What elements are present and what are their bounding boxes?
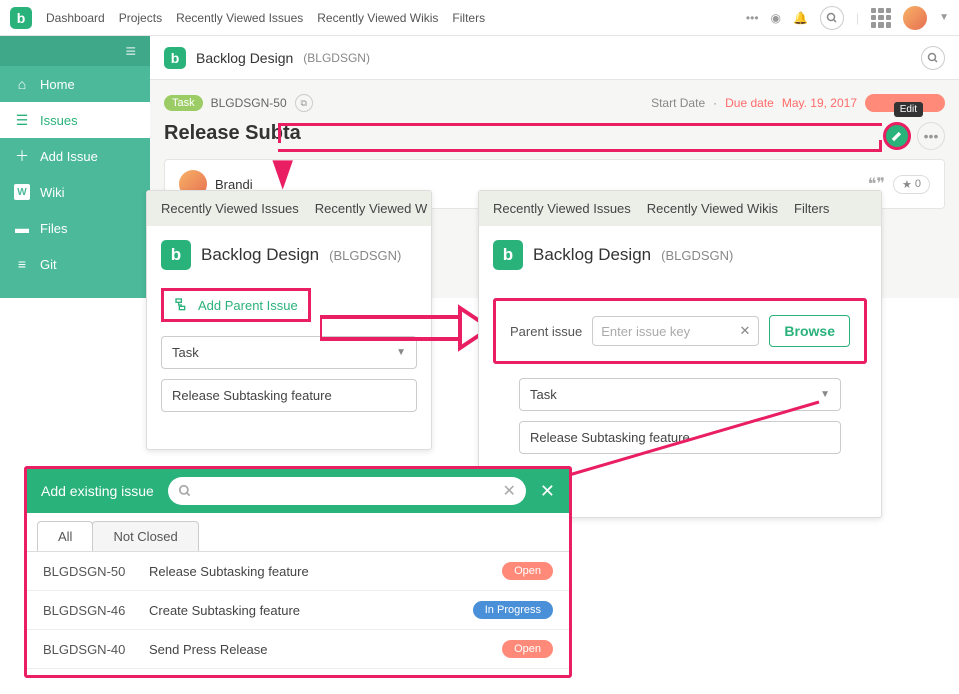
issue-row[interactable]: BLGDSGN-40 Send Press Release Open xyxy=(27,630,569,669)
folder-icon: ▬ xyxy=(14,220,30,236)
panel-nav-recent-wikis[interactable]: Recently Viewed Wikis xyxy=(647,201,778,216)
sidebar-item-label: Files xyxy=(40,221,67,236)
issue-row[interactable]: BLGDSGN-46 Create Subtasking feature In Pr… xyxy=(27,591,569,630)
issue-key: BLGDSGN-46 xyxy=(43,603,133,618)
issue-key: BLGDSGN-40 xyxy=(43,642,133,657)
modal-search-field[interactable] xyxy=(200,484,495,499)
project-search-icon[interactable] xyxy=(921,46,945,70)
issue-key: BLGDSGN-50 xyxy=(43,564,133,579)
issue-row[interactable]: BLGDSGN-50 Release Subtasking feature Open xyxy=(27,552,569,591)
start-date-label: Start Date xyxy=(651,96,705,110)
issue-title: Send Press Release xyxy=(149,642,486,657)
project-key: (BLGDSGN) xyxy=(661,248,733,263)
eye-icon[interactable]: ◉ xyxy=(771,11,781,25)
issue-title-input[interactable]: Release Subtasking feature xyxy=(161,379,417,412)
bell-icon[interactable]: 🔔 xyxy=(793,11,808,25)
project-header: b Backlog Design (BLGDSGN) xyxy=(150,36,959,80)
project-name: Backlog Design xyxy=(201,245,319,265)
edit-tooltip: Edit xyxy=(894,102,923,117)
sidebar-item-git[interactable]: ≡ Git xyxy=(0,246,150,282)
due-date-value: May. 19, 2017 xyxy=(782,96,857,110)
panel-nav-filters[interactable]: Filters xyxy=(794,201,829,216)
nav-projects[interactable]: Projects xyxy=(119,11,162,25)
arrow-right-icon xyxy=(320,303,490,353)
project-logo-icon: b xyxy=(164,47,186,69)
browse-button[interactable]: Browse xyxy=(769,315,850,347)
more-button[interactable]: ••• xyxy=(917,122,945,150)
edit-button[interactable] xyxy=(883,122,911,150)
sidebar-item-label: Wiki xyxy=(40,185,65,200)
top-nav: b Dashboard Projects Recently Viewed Iss… xyxy=(0,0,959,36)
nav-dashboard[interactable]: Dashboard xyxy=(46,11,105,25)
copy-icon[interactable]: ⧉ xyxy=(295,94,313,112)
panel-nav-recent-issues[interactable]: Recently Viewed Issues xyxy=(493,201,631,216)
plus-icon: ＋ xyxy=(14,148,30,164)
sidebar: ≡ ⌂ Home ☰ Issues ＋ Add Issue W Wiki ▬ F… xyxy=(0,36,150,298)
issue-title: Release Subtasking feature xyxy=(149,564,486,579)
nav-recent-issues[interactable]: Recently Viewed Issues xyxy=(176,11,303,25)
project-key: (BLGDSGN) xyxy=(329,248,401,263)
sidebar-item-label: Home xyxy=(40,77,75,92)
project-name: Backlog Design xyxy=(196,50,293,66)
clear-icon[interactable]: ✕ xyxy=(503,481,516,501)
issue-title: Create Subtasking feature xyxy=(149,603,457,618)
sidebar-item-issues[interactable]: ☰ Issues xyxy=(0,102,150,138)
chevron-down-icon: ▼ xyxy=(820,389,830,400)
due-date-label: Due date xyxy=(725,96,774,110)
home-icon: ⌂ xyxy=(14,76,30,92)
sidebar-item-add-issue[interactable]: ＋ Add Issue xyxy=(0,138,150,174)
status-badge: In Progress xyxy=(473,601,553,619)
more-icon[interactable]: ••• xyxy=(746,11,759,25)
parent-issue-input[interactable]: Enter issue key ✕ xyxy=(592,316,759,346)
modal-title: Add existing issue xyxy=(41,483,154,499)
logo-icon[interactable]: b xyxy=(10,7,32,29)
project-key: (BLGDSGN) xyxy=(303,51,370,65)
modal-search-input[interactable]: ✕ xyxy=(168,477,526,505)
wiki-icon: W xyxy=(14,184,30,200)
chevron-down-icon[interactable]: ▼ xyxy=(939,12,949,23)
git-icon: ≡ xyxy=(14,256,30,272)
status-badge: Open xyxy=(502,562,553,580)
add-existing-issue-modal: Add existing issue ✕ ✕ All Not Closed BL… xyxy=(24,466,572,678)
status-badge: Open xyxy=(502,640,553,658)
hierarchy-icon xyxy=(174,297,190,313)
issue-list[interactable]: BLGDSGN-50 Release Subtasking feature Open… xyxy=(27,552,569,669)
annotation-connector xyxy=(564,400,804,470)
project-logo-icon: b xyxy=(161,240,191,270)
sidebar-item-label: Issues xyxy=(40,113,78,128)
sidebar-item-wiki[interactable]: W Wiki xyxy=(0,174,150,210)
panel-nav-recent-issues[interactable]: Recently Viewed Issues xyxy=(161,201,299,216)
avatar[interactable] xyxy=(903,6,927,30)
separator: · xyxy=(713,96,717,110)
project-name: Backlog Design xyxy=(533,245,651,265)
issue-key[interactable]: BLGDSGN-50 xyxy=(211,96,287,110)
search-icon[interactable] xyxy=(820,6,844,30)
apps-icon[interactable] xyxy=(871,8,891,28)
panel-nav-recent-wikis[interactable]: Recently Viewed W xyxy=(315,201,427,216)
close-icon[interactable]: ✕ xyxy=(540,481,555,502)
project-logo-icon: b xyxy=(493,240,523,270)
parent-issue-label: Parent issue xyxy=(510,324,582,339)
search-icon xyxy=(178,484,192,498)
list-icon: ☰ xyxy=(14,112,30,128)
issue-type-badge: Task xyxy=(164,95,203,111)
sidebar-item-files[interactable]: ▬ Files xyxy=(0,210,150,246)
tab-not-closed[interactable]: Not Closed xyxy=(92,521,198,551)
add-parent-issue-button[interactable]: Add Parent Issue xyxy=(161,288,311,322)
tab-all[interactable]: All xyxy=(37,521,93,551)
sidebar-item-label: Git xyxy=(40,257,57,272)
sidebar-item-label: Add Issue xyxy=(40,149,98,164)
star-button[interactable]: ★ 0 xyxy=(893,175,930,194)
hamburger-icon[interactable]: ≡ xyxy=(0,36,150,66)
nav-filters[interactable]: Filters xyxy=(452,11,485,25)
clear-icon[interactable]: ✕ xyxy=(740,323,751,339)
annotation-connector xyxy=(278,140,882,152)
sidebar-item-home[interactable]: ⌂ Home xyxy=(0,66,150,102)
nav-recent-wikis[interactable]: Recently Viewed Wikis xyxy=(317,11,438,25)
